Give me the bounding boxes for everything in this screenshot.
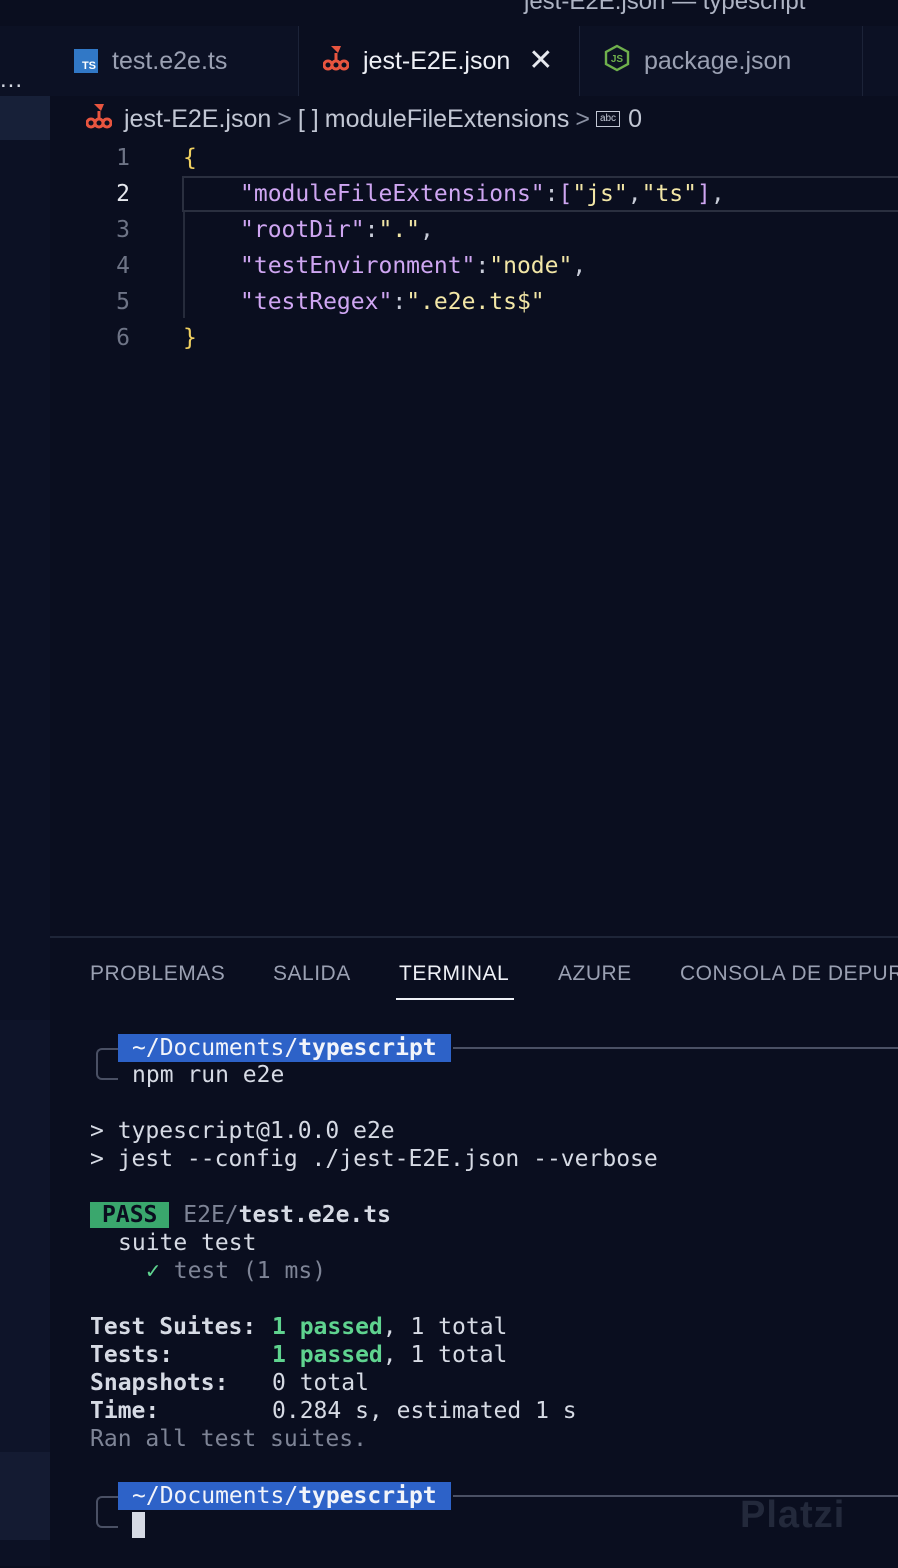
tab-label: jest-E2E.json [363,46,511,75]
line-code: "testRegex":".e2e.ts$" [240,289,545,315]
editor-tab-bar: TS test.e2e.ts jest-E2E.json ✕ JS packag… [50,26,898,96]
check-icon: ✓ [146,1258,160,1284]
line-number: 6 [116,325,130,351]
svg-text:JS: JS [611,54,624,65]
nodejs-icon: JS [604,44,630,79]
prompt-path: ~/Documents/typescript [118,1034,451,1062]
terminal[interactable]: ~/Documents/typescript npm run e2e > typ… [50,938,898,1568]
summary-snapshots: Snapshots: [90,1370,229,1396]
pass-badge: PASS [90,1202,170,1228]
line-code: } [183,325,197,351]
summary-time-value: 0.284 s, estimated 1 s [272,1398,577,1424]
tab-jest-e2e-json[interactable]: jest-E2E.json ✕ [299,26,579,96]
line-code: "testEnvironment":"node", [240,253,587,279]
summary-suites-value: 1 passed, 1 total [272,1314,508,1340]
summary-ran: Ran all test suites. [90,1426,367,1452]
summary-tests: Tests: [90,1342,174,1368]
title-bar: jest-E2E.json — typescript [0,0,898,26]
prompt-rule [453,1047,898,1049]
tab-label: test.e2e.ts [112,46,228,75]
summary-snapshots-value: 0 total [272,1370,369,1396]
tab-divider [862,26,863,96]
terminal-output: > typescript@1.0.0 e2e [90,1118,395,1144]
tab-test-e2e-ts[interactable]: TS test.e2e.ts [50,26,298,96]
array-symbol-icon: [ ] [297,104,319,133]
jest-icon [85,102,113,137]
line-code: { [183,145,197,171]
line-number: 1 [116,145,130,171]
breadcrumb: jest-E2E.json > [ ] moduleFileExtensions… [50,96,898,142]
terminal-cursor [132,1512,145,1538]
jest-icon [322,44,350,79]
activity-item-explorer[interactable] [0,96,50,140]
line-number: 5 [116,289,130,315]
summary-suites: Test Suites: [90,1314,257,1340]
breadcrumb-property[interactable]: moduleFileExtensions [325,105,570,134]
chevron-right-icon: > [277,104,292,133]
breadcrumb-index[interactable]: 0 [628,105,642,134]
prompt-frame [96,1496,118,1528]
bottom-panel: PROBLEMAS SALIDA TERMINAL AZURE CONSOLA … [50,936,898,1568]
terminal-output: > jest --config ./jest-E2E.json --verbos… [90,1146,658,1172]
summary-time: Time: [90,1398,160,1424]
line-number: 4 [116,253,130,279]
suite-name: suite test [118,1230,257,1256]
test-result-line: PASS E2E/test.e2e.ts [90,1202,391,1228]
prompt-path: ~/Documents/typescript [118,1482,451,1510]
editor-line: 1 { [50,140,898,176]
tab-package-json[interactable]: JS package.json [580,26,862,96]
line-code: "moduleFileExtensions":["js","ts"], [240,181,725,207]
editor-line: 2 "moduleFileExtensions":["js","ts"], [50,176,898,212]
more-actions-icon[interactable]: ... [0,66,23,94]
line-number: 3 [116,217,130,243]
activity-item-account[interactable] [0,1452,50,1540]
window-title: jest-E2E.json — typescript [524,0,806,15]
editor-line: 4 "testEnvironment":"node", [50,248,898,284]
editor-line: 5 "testRegex":".e2e.ts$" [50,284,898,320]
test-case: ✓ test (1 ms) [146,1258,327,1284]
close-icon[interactable]: ✕ [528,46,553,76]
typescript-icon: TS [74,49,98,73]
activity-panel-strip [0,1020,50,1452]
line-code: "rootDir":".", [240,217,434,243]
editor-line: 6 } [50,320,898,356]
editor-line: 3 "rootDir":".", [50,212,898,248]
code-editor[interactable]: 1 { 2 "moduleFileExtensions":["js","ts"]… [50,142,898,936]
tab-label: package.json [644,46,792,75]
prompt-frame [96,1048,118,1080]
summary-tests-value: 1 passed, 1 total [272,1342,508,1368]
line-number: 2 [116,181,130,207]
terminal-command: npm run e2e [132,1062,285,1088]
breadcrumb-file[interactable]: jest-E2E.json [124,105,271,134]
string-symbol-icon: abc [595,111,621,127]
platzi-watermark: Platzi [740,1494,846,1536]
chevron-right-icon: > [575,104,590,133]
activity-bar: ... [0,26,50,1566]
